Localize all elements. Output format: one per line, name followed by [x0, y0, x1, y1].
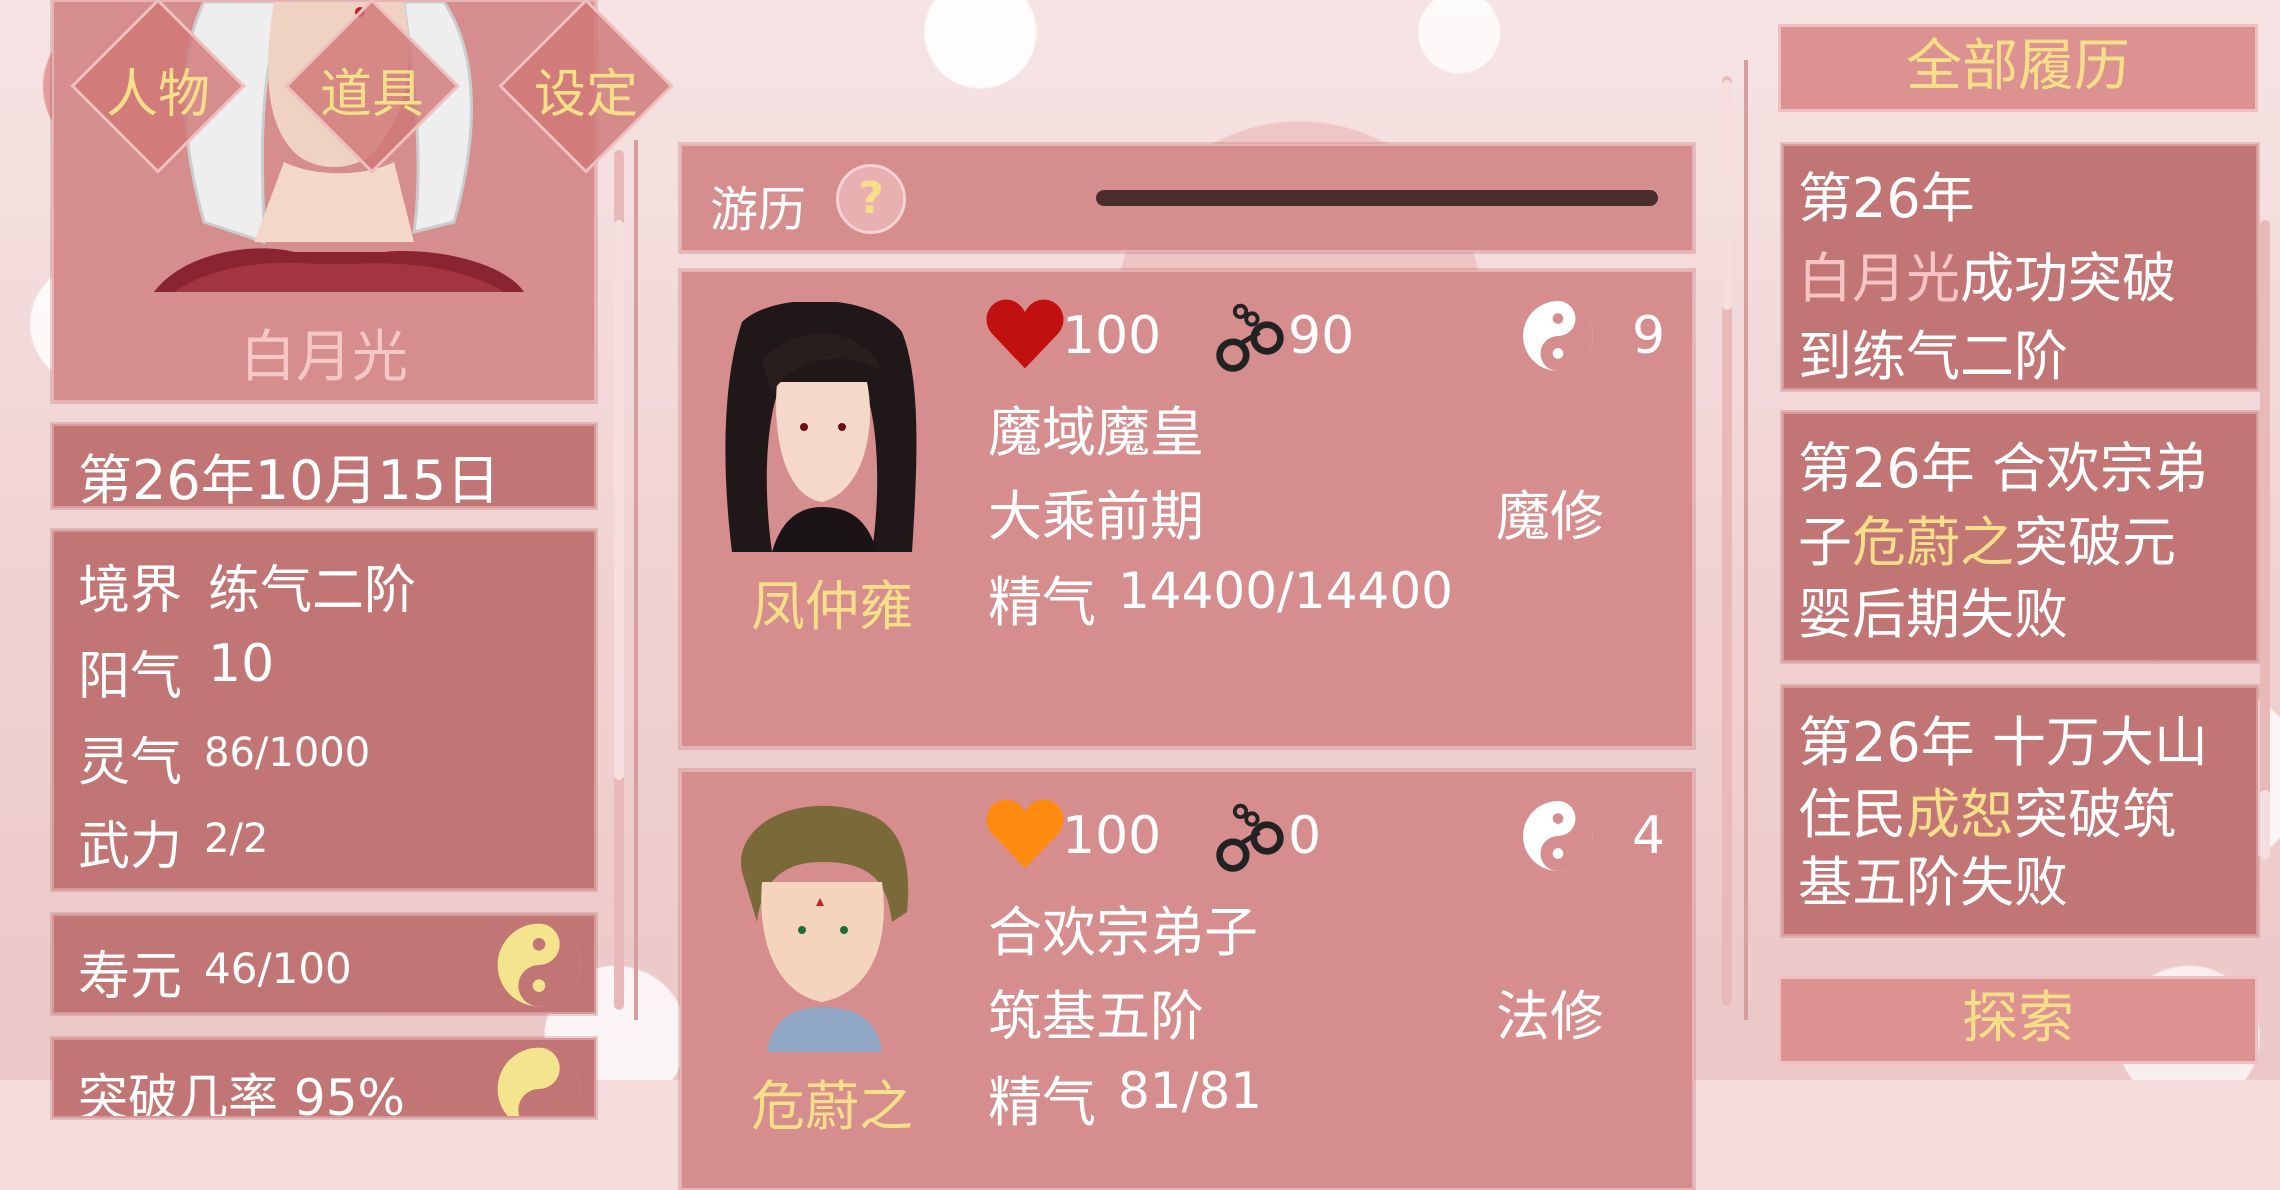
- npc-name: 危蔚之: [751, 1075, 913, 1138]
- help-button[interactable]: ?: [836, 164, 906, 234]
- favor-value: 100: [1062, 306, 1162, 366]
- travel-panel: 游历 ?: [680, 144, 1694, 252]
- npc-path: 魔修: [1496, 485, 1604, 548]
- history-title-button[interactable]: 全部履历: [1778, 24, 2258, 112]
- rod-left: [634, 140, 638, 1020]
- yinyang-icon[interactable]: [494, 920, 584, 1010]
- npc-essence-value: 14400/14400: [1118, 562, 1453, 620]
- player-name: 白月光: [240, 325, 408, 390]
- history-name: 成恕: [1906, 783, 2014, 846]
- bond-value: 0: [1288, 806, 1322, 866]
- history-line: 第26年 十万大山: [1798, 711, 2208, 774]
- history-line: 到练气二阶: [1798, 325, 2068, 388]
- bond-value: 90: [1288, 306, 1355, 366]
- realm-value: 练气二阶: [208, 561, 417, 621]
- history-line: 白月光成功突破: [1798, 247, 2176, 310]
- npc-stage: 大乘前期: [988, 485, 1204, 548]
- yinyang-icon: [1523, 801, 1593, 871]
- history-entry: 第26年 十万大山 住民成恕突破筑 基五阶失败: [1782, 686, 2258, 936]
- lifespan-panel: 寿元 46/100: [52, 914, 596, 1014]
- history-line: 婴后期失败: [1798, 583, 2068, 646]
- yinyang-value: 4: [1632, 806, 1666, 866]
- npc-essence-value: 81/81: [1118, 1062, 1263, 1120]
- help-icon: ?: [858, 173, 884, 224]
- npc-portrait: [741, 805, 909, 1052]
- npc-title: 魔域魔皇: [988, 401, 1204, 464]
- npc-card[interactable]: 危蔚之 100 0 4 合欢宗弟子 筑基五阶 法修 精气 81/81: [680, 770, 1694, 1190]
- history-entry: 第26年 白月光成功突破 到练气二阶: [1782, 144, 2258, 390]
- favor-value: 100: [1062, 806, 1162, 866]
- spirit-label: 灵气: [78, 733, 183, 793]
- travel-label: 游历: [710, 182, 807, 238]
- travel-progress-bar: [1096, 190, 1658, 206]
- npc-stage: 筑基五阶: [988, 985, 1204, 1048]
- history-name: 白月光: [1798, 247, 1960, 310]
- npc-essence-label: 精气: [988, 571, 1096, 634]
- npc-essence-label: 精气: [988, 1071, 1096, 1134]
- right-scrollbar-thumb[interactable]: [2260, 790, 2270, 860]
- rod-right: [1744, 60, 1748, 1020]
- history-line: 第26年: [1798, 167, 1975, 230]
- history-line: 子危蔚之突破元: [1798, 511, 2176, 574]
- force-label: 武力: [78, 817, 183, 877]
- npc-path: 法修: [1496, 985, 1604, 1048]
- history-name: 危蔚之: [1852, 511, 2014, 574]
- history-line: 第26年 合欢宗弟: [1798, 437, 2208, 500]
- history-line: 基五阶失败: [1798, 851, 2068, 914]
- spirit-value: 86/1000: [204, 730, 371, 776]
- yinyang-icon[interactable]: [494, 1044, 584, 1118]
- history-entry: 第26年 合欢宗弟 子危蔚之突破元 婴后期失败: [1782, 412, 2258, 662]
- force-value: 2/2: [204, 816, 269, 862]
- heart-icon: [986, 799, 1064, 869]
- date-panel: 第26年10月15日: [52, 424, 596, 512]
- handcuffs-icon: [1216, 803, 1284, 872]
- explore-button[interactable]: 探索: [1778, 976, 2258, 1064]
- realm-label: 境界: [78, 561, 183, 621]
- lifespan-label: 寿元: [78, 947, 183, 1007]
- lifespan-value: 46/100: [204, 944, 352, 993]
- middle-scrollbar-thumb[interactable]: [1722, 80, 1732, 310]
- breakthrough-text: 突破几率 95%: [78, 1069, 406, 1118]
- left-scrollbar-thumb[interactable]: [614, 220, 624, 780]
- right-scrollbar[interactable]: [2260, 220, 2270, 860]
- npc-title: 合欢宗弟子: [988, 901, 1258, 964]
- yinyang-value: 9: [1632, 306, 1666, 366]
- yang-value: 10: [208, 634, 275, 694]
- npc-portrait: [725, 302, 917, 552]
- stats-panel: 境界 练气二阶 阳气 10 灵气 86/1000 武力 2/2: [52, 530, 596, 890]
- date-text: 第26年10月15日: [78, 449, 501, 512]
- yinyang-icon: [1523, 301, 1593, 371]
- breakthrough-panel: 突破几率 95%: [52, 1038, 596, 1118]
- npc-card[interactable]: 凤仲雍 100 90 9 魔域魔皇 大乘前期 魔修 精气 14400/14400: [680, 270, 1694, 748]
- npc-name: 凤仲雍: [751, 575, 913, 638]
- handcuffs-icon: [1216, 303, 1284, 372]
- yang-label: 阳气: [78, 647, 183, 707]
- heart-icon: [986, 299, 1064, 369]
